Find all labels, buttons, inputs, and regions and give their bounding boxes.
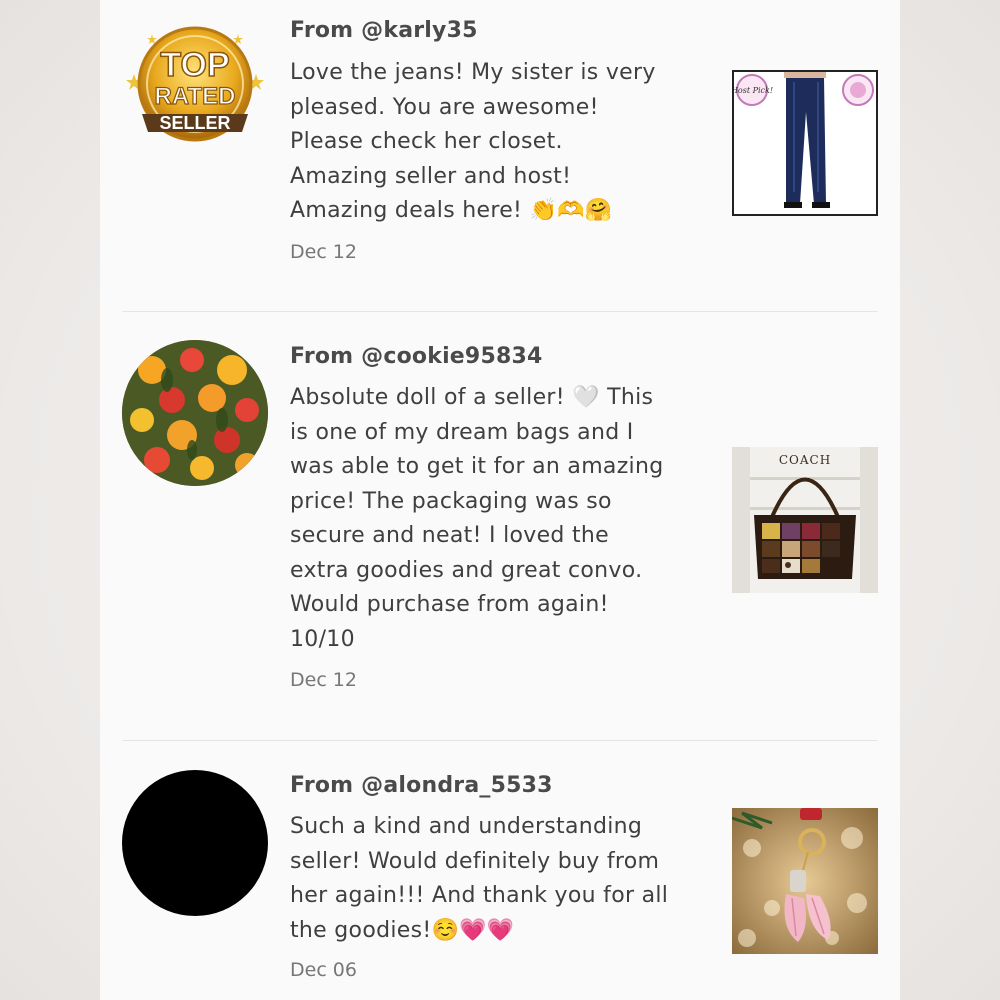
- review-author[interactable]: From @karly35: [290, 18, 478, 43]
- review-line: is one of my dream bags and I: [290, 419, 634, 445]
- listing-thumbnail[interactable]: Host Pick!: [732, 70, 878, 216]
- review-line: her again!!! And thank you for all: [290, 883, 669, 908]
- coach-bag-image: COACH: [732, 447, 878, 593]
- keychain-image: [732, 808, 878, 954]
- host-pick-label: Host Pick!: [734, 86, 773, 95]
- review-line: secure and neat! I loved the: [290, 523, 609, 548]
- review-date: Dec 12: [290, 669, 357, 691]
- jeans-image: Host Pick!: [734, 72, 876, 214]
- listing-thumbnail[interactable]: COACH: [732, 447, 878, 593]
- review-text: Such a kind and understanding seller! Wo…: [290, 810, 710, 948]
- review-line: seller! Would definitely buy from: [290, 848, 660, 874]
- review-line: price! The packaging was so: [290, 488, 612, 514]
- review-text: Love the jeans! My sister is very please…: [290, 56, 710, 229]
- listing-thumbnail[interactable]: [732, 808, 878, 954]
- badge-line-2: RATED: [155, 83, 236, 110]
- review-line: Would purchase from again!: [290, 592, 609, 617]
- review-line: Amazing deals here! 👏🫶🤗: [290, 198, 613, 223]
- review-author[interactable]: From @cookie95834: [290, 344, 542, 369]
- review-text: Absolute doll of a seller! 🤍 This is one…: [290, 381, 710, 657]
- divider: [122, 740, 878, 741]
- review-line: the goodies!☺️💗💗: [290, 917, 515, 943]
- avatar[interactable]: TOP RATED SELLER: [122, 14, 268, 160]
- flowers-image: [122, 340, 268, 486]
- badge-line-3: SELLER: [159, 113, 230, 133]
- brand-label: COACH: [779, 453, 831, 467]
- review-line: pleased. You are awesome!: [290, 94, 599, 120]
- avatar[interactable]: [122, 340, 268, 486]
- review-author[interactable]: From @alondra_5533: [290, 773, 553, 798]
- review-line: Please check her closet.: [290, 129, 563, 154]
- top-rated-seller-badge-icon: TOP RATED SELLER: [126, 26, 264, 142]
- review-line: Amazing seller and host!: [290, 163, 572, 189]
- review-date: Dec 06: [290, 959, 357, 981]
- review-line: Such a kind and understanding: [290, 814, 643, 839]
- review-line: Love the jeans! My sister is very: [290, 60, 656, 85]
- review-line: 10/10: [290, 626, 355, 652]
- review-line: was able to get it for an amazing: [290, 454, 664, 479]
- review-line: Absolute doll of a seller! 🤍 This: [290, 385, 654, 410]
- divider: [122, 311, 878, 312]
- review-date: Dec 12: [290, 241, 357, 263]
- badge-line-1: TOP: [160, 46, 229, 84]
- review-line: extra goodies and great convo.: [290, 557, 643, 583]
- reviews-panel: TOP RATED SELLER From @karly35 Love the …: [100, 0, 900, 1000]
- avatar[interactable]: [122, 770, 268, 916]
